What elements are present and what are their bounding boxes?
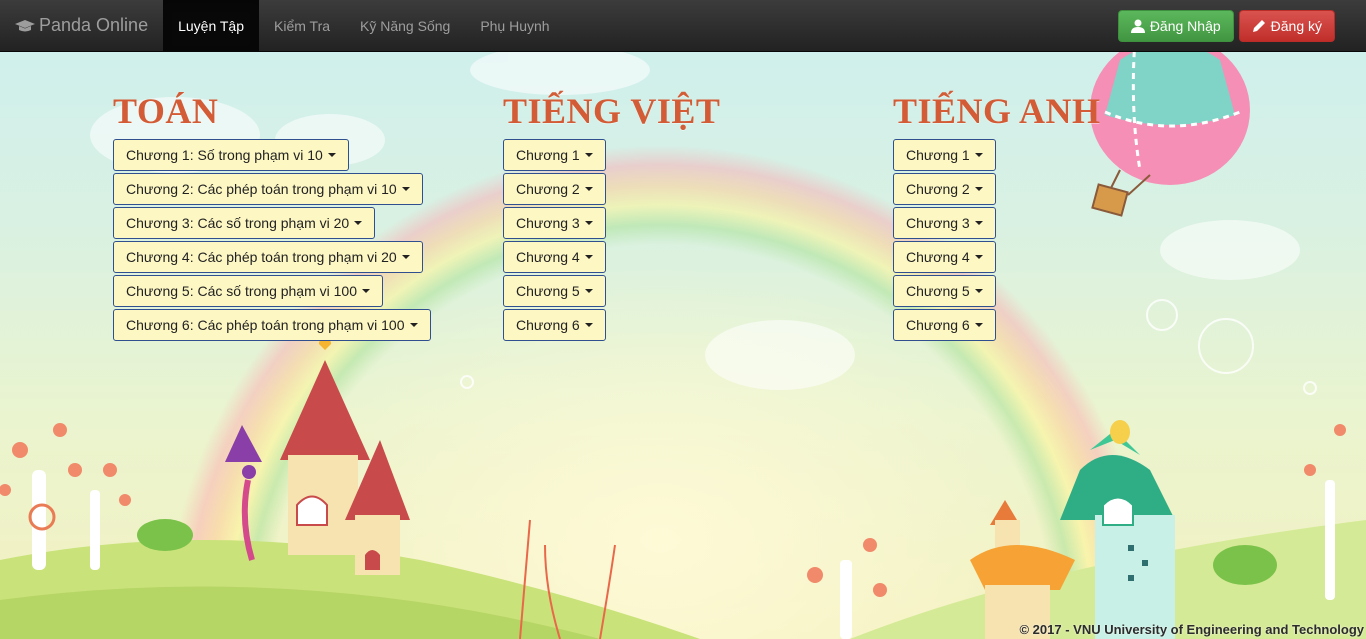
chapter-label: Chương 5: Các số trong phạm vi 100 — [126, 283, 358, 299]
chapter-label: Chương 1 — [516, 147, 580, 163]
caret-down-icon — [584, 187, 593, 191]
footer-copyright: © 2017 - VNU University of Engineering a… — [1019, 622, 1364, 637]
toan-chapter-1-dropdown[interactable]: Chương 1: Số trong phạm vi 10 — [113, 139, 349, 171]
graduation-cap-icon — [15, 19, 35, 31]
caret-down-icon — [401, 255, 410, 259]
tieng-anh-chapter-3-dropdown[interactable]: Chương 3 — [893, 207, 996, 239]
chapter-label: Chương 4 — [516, 249, 580, 265]
signup-label: Đăng ký — [1270, 18, 1322, 34]
chapter-label: Chương 4: Các phép toán trong phạm vi 20 — [126, 249, 397, 265]
caret-down-icon — [584, 289, 593, 293]
tieng-viet-chapter-4-dropdown[interactable]: Chương 4 — [503, 241, 606, 273]
caret-down-icon — [362, 289, 371, 293]
tieng-viet-chapter-1-dropdown[interactable]: Chương 1 — [503, 139, 606, 171]
caret-down-icon — [974, 221, 983, 225]
tieng-viet-chapter-2-dropdown[interactable]: Chương 2 — [503, 173, 606, 205]
nav-kiem-tra[interactable]: Kiểm Tra — [259, 0, 345, 52]
chapter-label: Chương 1: Số trong phạm vi 10 — [126, 147, 323, 163]
login-button[interactable]: Đăng Nhập — [1117, 10, 1234, 42]
chapter-label: Chương 3: Các số trong phạm vi 20 — [126, 215, 350, 231]
nav-luyen-tap[interactable]: Luyện Tập — [163, 0, 259, 52]
chapter-label: Chương 6 — [516, 317, 580, 333]
chapter-label: Chương 3 — [906, 215, 970, 231]
chapter-label: Chương 4 — [906, 249, 970, 265]
subject-title-tieng-viet: TIẾNG VIỆT — [503, 91, 721, 131]
subject-toan: TOÁN Chương 1: Số trong phạm vi 10 Chươn… — [113, 90, 431, 343]
chapter-label: Chương 6: Các phép toán trong phạm vi 10… — [126, 317, 405, 333]
chapter-label: Chương 3 — [516, 215, 580, 231]
caret-down-icon — [974, 153, 983, 157]
caret-down-icon — [401, 187, 410, 191]
signup-button[interactable]: Đăng ký — [1238, 10, 1335, 42]
tieng-anh-chapter-1-dropdown[interactable]: Chương 1 — [893, 139, 996, 171]
caret-down-icon — [409, 323, 418, 327]
caret-down-icon — [584, 323, 593, 327]
caret-down-icon — [327, 153, 336, 157]
pencil-icon — [1252, 20, 1265, 32]
subject-title-toan: TOÁN — [113, 91, 219, 131]
tieng-anh-chapter-5-dropdown[interactable]: Chương 5 — [893, 275, 996, 307]
caret-down-icon — [584, 221, 593, 225]
user-icon — [1130, 19, 1145, 33]
brand-name: Panda Online — [39, 15, 149, 35]
caret-down-icon — [974, 255, 983, 259]
subject-tieng-viet: TIẾNG VIỆT Chương 1 Chương 2 Chương 3 Ch… — [503, 90, 720, 343]
chapter-label: Chương 2 — [906, 181, 970, 197]
tieng-anh-chapter-2-dropdown[interactable]: Chương 2 — [893, 173, 996, 205]
caret-down-icon — [354, 221, 363, 225]
tieng-viet-chapter-6-dropdown[interactable]: Chương 6 — [503, 309, 606, 341]
brand-link[interactable]: Panda Online — [0, 0, 163, 52]
tieng-anh-chapter-6-dropdown[interactable]: Chương 6 — [893, 309, 996, 341]
chapter-label: Chương 2 — [516, 181, 580, 197]
chapter-label: Chương 5 — [906, 283, 970, 299]
tieng-viet-chapter-5-dropdown[interactable]: Chương 5 — [503, 275, 606, 307]
chapter-label: Chương 5 — [516, 283, 580, 299]
top-navbar: Panda Online Luyện Tập Kiểm Tra Kỹ Năng … — [0, 0, 1366, 52]
login-label: Đăng Nhập — [1149, 18, 1221, 34]
tieng-anh-chapter-4-dropdown[interactable]: Chương 4 — [893, 241, 996, 273]
chapter-label: Chương 1 — [906, 147, 970, 163]
tieng-viet-chapter-3-dropdown[interactable]: Chương 3 — [503, 207, 606, 239]
subject-tieng-anh: TIẾNG ANH Chương 1 Chương 2 Chương 3 Chư… — [893, 90, 1101, 343]
nav-phu-huynh[interactable]: Phụ Huynh — [465, 0, 564, 52]
toan-chapter-5-dropdown[interactable]: Chương 5: Các số trong phạm vi 100 — [113, 275, 384, 307]
caret-down-icon — [584, 255, 593, 259]
chapter-label: Chương 6 — [906, 317, 970, 333]
toan-chapter-2-dropdown[interactable]: Chương 2: Các phép toán trong phạm vi 10 — [113, 173, 423, 205]
caret-down-icon — [974, 323, 983, 327]
toan-chapter-4-dropdown[interactable]: Chương 4: Các phép toán trong phạm vi 20 — [113, 241, 423, 273]
caret-down-icon — [974, 289, 983, 293]
toan-chapter-6-dropdown[interactable]: Chương 6: Các phép toán trong phạm vi 10… — [113, 309, 431, 341]
caret-down-icon — [974, 187, 983, 191]
caret-down-icon — [584, 153, 593, 157]
subject-title-tieng-anh: TIẾNG ANH — [893, 91, 1101, 131]
toan-chapter-3-dropdown[interactable]: Chương 3: Các số trong phạm vi 20 — [113, 207, 376, 239]
chapter-label: Chương 2: Các phép toán trong phạm vi 10 — [126, 181, 397, 197]
nav-ky-nang-song[interactable]: Kỹ Năng Sống — [345, 0, 465, 52]
